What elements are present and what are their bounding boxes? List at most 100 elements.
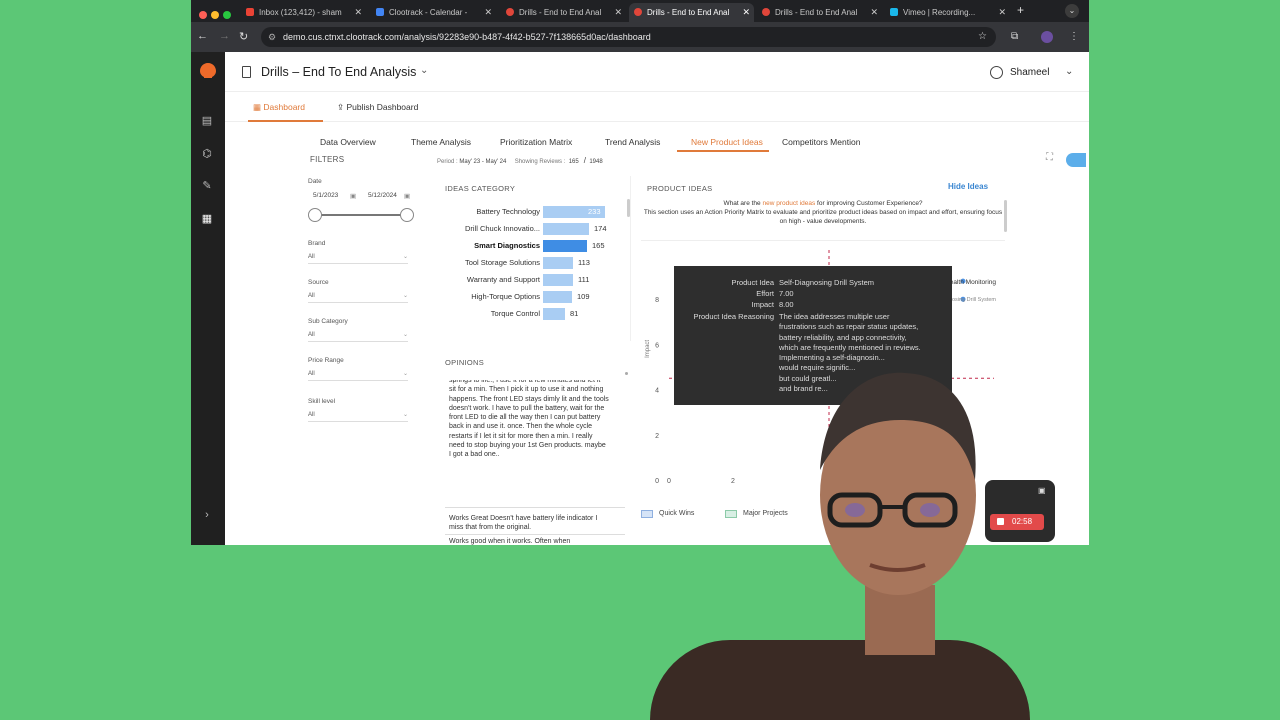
reload-icon[interactable]: ↻ bbox=[239, 30, 248, 43]
more-menu-icon[interactable]: ⋮ bbox=[1069, 31, 1079, 42]
feather-icon[interactable]: ✎ bbox=[200, 179, 214, 193]
chevron-down-icon[interactable]: ⌄ bbox=[1065, 66, 1073, 77]
opinion-item: Works Great Doesn't have battery life in… bbox=[449, 515, 598, 532]
profile-avatar[interactable] bbox=[1041, 31, 1053, 43]
idea-category-value: 113 bbox=[578, 258, 590, 267]
chevron-down-icon: ⌄ bbox=[402, 412, 408, 418]
reasoning-line: The idea addresses multiple user bbox=[779, 312, 890, 321]
idea-category-bar[interactable] bbox=[543, 308, 565, 320]
user-name[interactable]: Shameel bbox=[1010, 67, 1049, 78]
tab-new-product-ideas[interactable]: New Product Ideas bbox=[691, 137, 763, 147]
close-icon[interactable]: ✕ bbox=[998, 7, 1006, 18]
opinions-list[interactable]: springs to life., I use it for a few min… bbox=[437, 380, 631, 545]
skill-level-select[interactable]: All ⌄ bbox=[308, 410, 408, 422]
date-to-input[interactable]: 5/12/2024 bbox=[368, 192, 397, 199]
back-icon[interactable]: ← bbox=[197, 30, 208, 42]
tab-prioritization-matrix[interactable]: Prioritization Matrix bbox=[500, 137, 572, 147]
product-ideas-description: This section uses an Action Priority Mat… bbox=[643, 209, 1003, 225]
close-icon[interactable]: ✕ bbox=[354, 7, 362, 18]
hierarchy-icon[interactable]: ⌬ bbox=[200, 147, 214, 161]
brand-select[interactable]: All ⌄ bbox=[308, 252, 408, 264]
calendar-icon[interactable]: ▣ bbox=[404, 192, 410, 200]
slider-handle-end[interactable] bbox=[400, 208, 414, 222]
idea-category-row[interactable]: Smart Diagnostics 165 bbox=[437, 240, 627, 252]
idea-category-bar[interactable] bbox=[543, 291, 572, 303]
tab-data-overview[interactable]: Data Overview bbox=[320, 137, 376, 147]
scrollbar[interactable] bbox=[627, 199, 630, 217]
close-icon[interactable]: ✕ bbox=[484, 7, 492, 18]
camera-icon[interactable]: ▣ bbox=[1038, 486, 1046, 495]
clootrack-logo-icon[interactable] bbox=[199, 62, 217, 82]
opinions-card: OPINIONS springs to life., I use it for … bbox=[437, 352, 631, 545]
chevron-down-icon[interactable]: ⌄ bbox=[420, 65, 428, 76]
site-info-icon[interactable]: ⚙ bbox=[268, 32, 276, 43]
dashboard-icon[interactable]: ▦ bbox=[200, 212, 214, 226]
idea-category-bar[interactable] bbox=[543, 240, 587, 252]
browser-tab-4[interactable]: Drills - End to End Anal ✕ bbox=[757, 3, 882, 22]
date-range-slider[interactable] bbox=[313, 214, 408, 216]
idea-category-row[interactable]: High-Torque Options 109 bbox=[437, 291, 627, 303]
close-icon[interactable]: ✕ bbox=[870, 7, 878, 18]
tab-publish-dashboard[interactable]: ⇪ Publish Dashboard bbox=[337, 102, 418, 113]
hide-ideas-button[interactable]: Hide Ideas bbox=[948, 182, 988, 191]
scrollbar[interactable] bbox=[1004, 200, 1007, 232]
tooltip-key: Impact bbox=[751, 300, 774, 309]
tab-search-icon[interactable]: ⌄ bbox=[1065, 4, 1079, 18]
slider-handle-start[interactable] bbox=[308, 208, 322, 222]
address-bar[interactable]: ⚙ demo.cus.ctnxt.clootrack.com/analysis/… bbox=[261, 27, 996, 47]
database-icon[interactable]: ▤ bbox=[200, 114, 214, 128]
browser-tab-2[interactable]: Drills - End to End Anal ✕ bbox=[501, 3, 626, 22]
idea-category-label: Battery Technology bbox=[476, 207, 540, 216]
extensions-icon[interactable]: ⧉ bbox=[1011, 31, 1018, 42]
scrollbar[interactable] bbox=[625, 372, 628, 375]
bookmark-star-icon[interactable]: ☆ bbox=[978, 31, 987, 42]
idea-category-bar[interactable] bbox=[543, 274, 573, 286]
browser-tab-5[interactable]: Vimeo | Recording... ✕ bbox=[885, 3, 1010, 22]
calendar-icon[interactable]: ▣ bbox=[350, 192, 356, 200]
zoom-window-button[interactable] bbox=[223, 11, 231, 19]
close-window-button[interactable] bbox=[199, 11, 207, 19]
minimize-window-button[interactable] bbox=[211, 11, 219, 19]
opinions-title: OPINIONS bbox=[445, 358, 485, 367]
forward-icon[interactable]: → bbox=[219, 30, 230, 42]
reasoning-line: frustrations such as repair status updat… bbox=[779, 322, 919, 332]
reasoning-line: battery reliability, and app connectivit… bbox=[779, 332, 907, 342]
browser-tab-1[interactable]: Clootrack - Calendar - ✕ bbox=[371, 3, 496, 22]
legend-label: Quick Wins bbox=[659, 510, 695, 517]
source-select[interactable]: All ⌄ bbox=[308, 291, 408, 303]
new-tab-icon[interactable]: + bbox=[1017, 3, 1024, 17]
tab-title: Drills - End to End Anal bbox=[647, 8, 730, 17]
idea-category-bar[interactable] bbox=[543, 223, 589, 235]
active-tab-underline bbox=[677, 150, 769, 152]
subcategory-select[interactable]: All ⌄ bbox=[308, 330, 408, 342]
stop-recording-button[interactable]: 02:58 bbox=[990, 514, 1044, 530]
tab-dashboard[interactable]: ▦ Dashboard bbox=[253, 102, 305, 113]
ideas-category-title: IDEAS CATEGORY bbox=[445, 184, 516, 193]
idea-category-bar[interactable] bbox=[543, 257, 573, 269]
tab-trend-analysis[interactable]: Trend Analysis bbox=[605, 137, 660, 147]
idea-category-row[interactable]: Drill Chuck Innovatio... 174 bbox=[437, 223, 627, 235]
idea-category-row[interactable]: Torque Control 81 bbox=[437, 308, 627, 320]
tab-competitors-mention[interactable]: Competitors Mention bbox=[782, 137, 860, 147]
question-text: for improving Customer Experience? bbox=[815, 200, 923, 207]
idea-category-row[interactable]: Battery Technology 233 bbox=[437, 206, 627, 218]
close-icon[interactable]: ✕ bbox=[614, 7, 622, 18]
close-icon[interactable]: ✕ bbox=[742, 7, 750, 18]
tab-title: Drills - End to End Anal bbox=[775, 8, 858, 17]
expand-rail-icon[interactable]: › bbox=[200, 508, 214, 522]
select-value: All bbox=[308, 293, 315, 299]
gmail-icon bbox=[246, 8, 254, 16]
fullscreen-icon[interactable]: ⛶ bbox=[1046, 152, 1053, 163]
price-range-select[interactable]: All ⌄ bbox=[308, 369, 408, 381]
browser-tab-3[interactable]: Drills - End to End Anal ✕ bbox=[629, 3, 754, 22]
tooltip-value: 7.00 bbox=[779, 289, 794, 298]
tab-theme-analysis[interactable]: Theme Analysis bbox=[411, 137, 471, 147]
idea-category-row[interactable]: Tool Storage Solutions 113 bbox=[437, 257, 627, 269]
browser-tab-0[interactable]: Inbox (123,412) - sham ✕ bbox=[241, 3, 366, 22]
recording-timer: 02:58 bbox=[1012, 517, 1033, 526]
date-from-input[interactable]: 5/1/2023 bbox=[313, 192, 338, 199]
date-label: Date bbox=[308, 178, 322, 185]
floating-widget-tab[interactable] bbox=[1066, 153, 1086, 167]
idea-category-row[interactable]: Warranty and Support 111 bbox=[437, 274, 627, 286]
dashboard-tabs: Data Overview Theme Analysis Prioritizat… bbox=[225, 134, 1089, 152]
